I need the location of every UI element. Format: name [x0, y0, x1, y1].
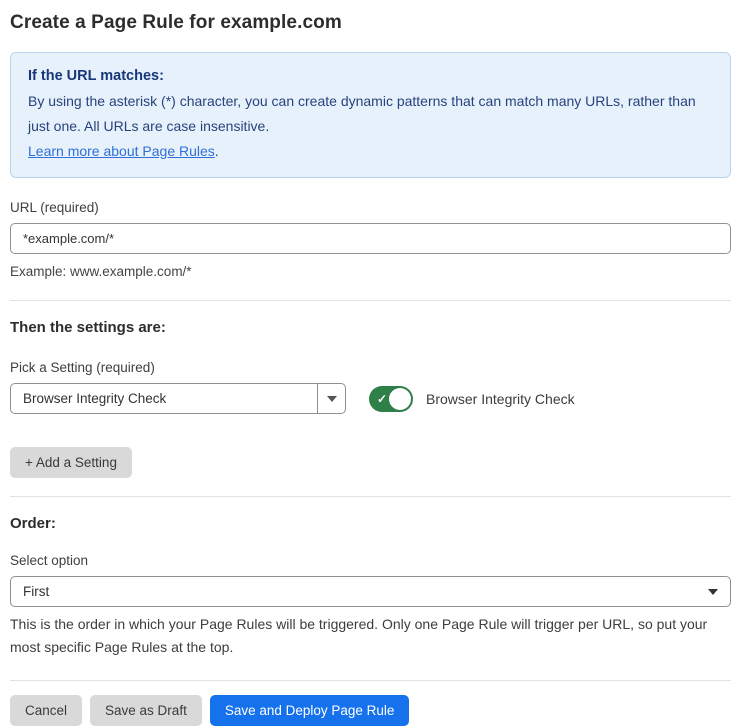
info-box-body: By using the asterisk (*) character, you… — [28, 89, 713, 139]
cancel-button[interactable]: Cancel — [10, 695, 82, 726]
link-suffix: . — [215, 143, 219, 159]
footer-actions: Cancel Save as Draft Save and Deploy Pag… — [10, 695, 731, 726]
url-field-label: URL (required) — [10, 200, 731, 215]
learn-more-link[interactable]: Learn more about Page Rules — [28, 143, 215, 159]
toggle-knob — [389, 388, 411, 410]
toggle-label: Browser Integrity Check — [426, 391, 575, 407]
dropdown-arrow-icon — [708, 589, 718, 595]
order-helper-text: This is the order in which your Page Rul… — [10, 613, 731, 659]
divider — [10, 680, 731, 681]
page-title: Create a Page Rule for example.com — [10, 12, 731, 34]
setting-dropdown-value: Browser Integrity Check — [11, 384, 317, 413]
order-select-value: First — [23, 584, 708, 599]
url-input[interactable] — [10, 223, 731, 254]
settings-section-heading: Then the settings are: — [10, 319, 731, 336]
divider — [10, 496, 731, 497]
order-section-heading: Order: — [10, 515, 731, 532]
setting-dropdown[interactable]: Browser Integrity Check — [10, 383, 346, 414]
create-page-rule-panel: Create a Page Rule for example.com If th… — [0, 0, 750, 720]
chevron-down-icon — [327, 396, 337, 402]
info-box-heading: If the URL matches: — [28, 64, 713, 89]
browser-integrity-toggle[interactable]: ✓ — [369, 386, 413, 412]
add-setting-button[interactable]: + Add a Setting — [10, 447, 132, 478]
order-select[interactable]: First — [10, 576, 731, 607]
pick-setting-label: Pick a Setting (required) — [10, 360, 731, 375]
setting-dropdown-arrow-button[interactable] — [317, 384, 345, 413]
url-match-info-box: If the URL matches: By using the asteris… — [10, 52, 731, 178]
info-box-link-line: Learn more about Page Rules. — [28, 139, 713, 164]
setting-row: Browser Integrity Check ✓ Browser Integr… — [10, 383, 731, 414]
url-example-helper: Example: www.example.com/* — [10, 261, 731, 282]
select-option-label: Select option — [10, 553, 731, 568]
divider — [10, 300, 731, 301]
save-as-draft-button[interactable]: Save as Draft — [90, 695, 202, 726]
save-and-deploy-button[interactable]: Save and Deploy Page Rule — [210, 695, 410, 726]
check-icon: ✓ — [377, 393, 387, 405]
